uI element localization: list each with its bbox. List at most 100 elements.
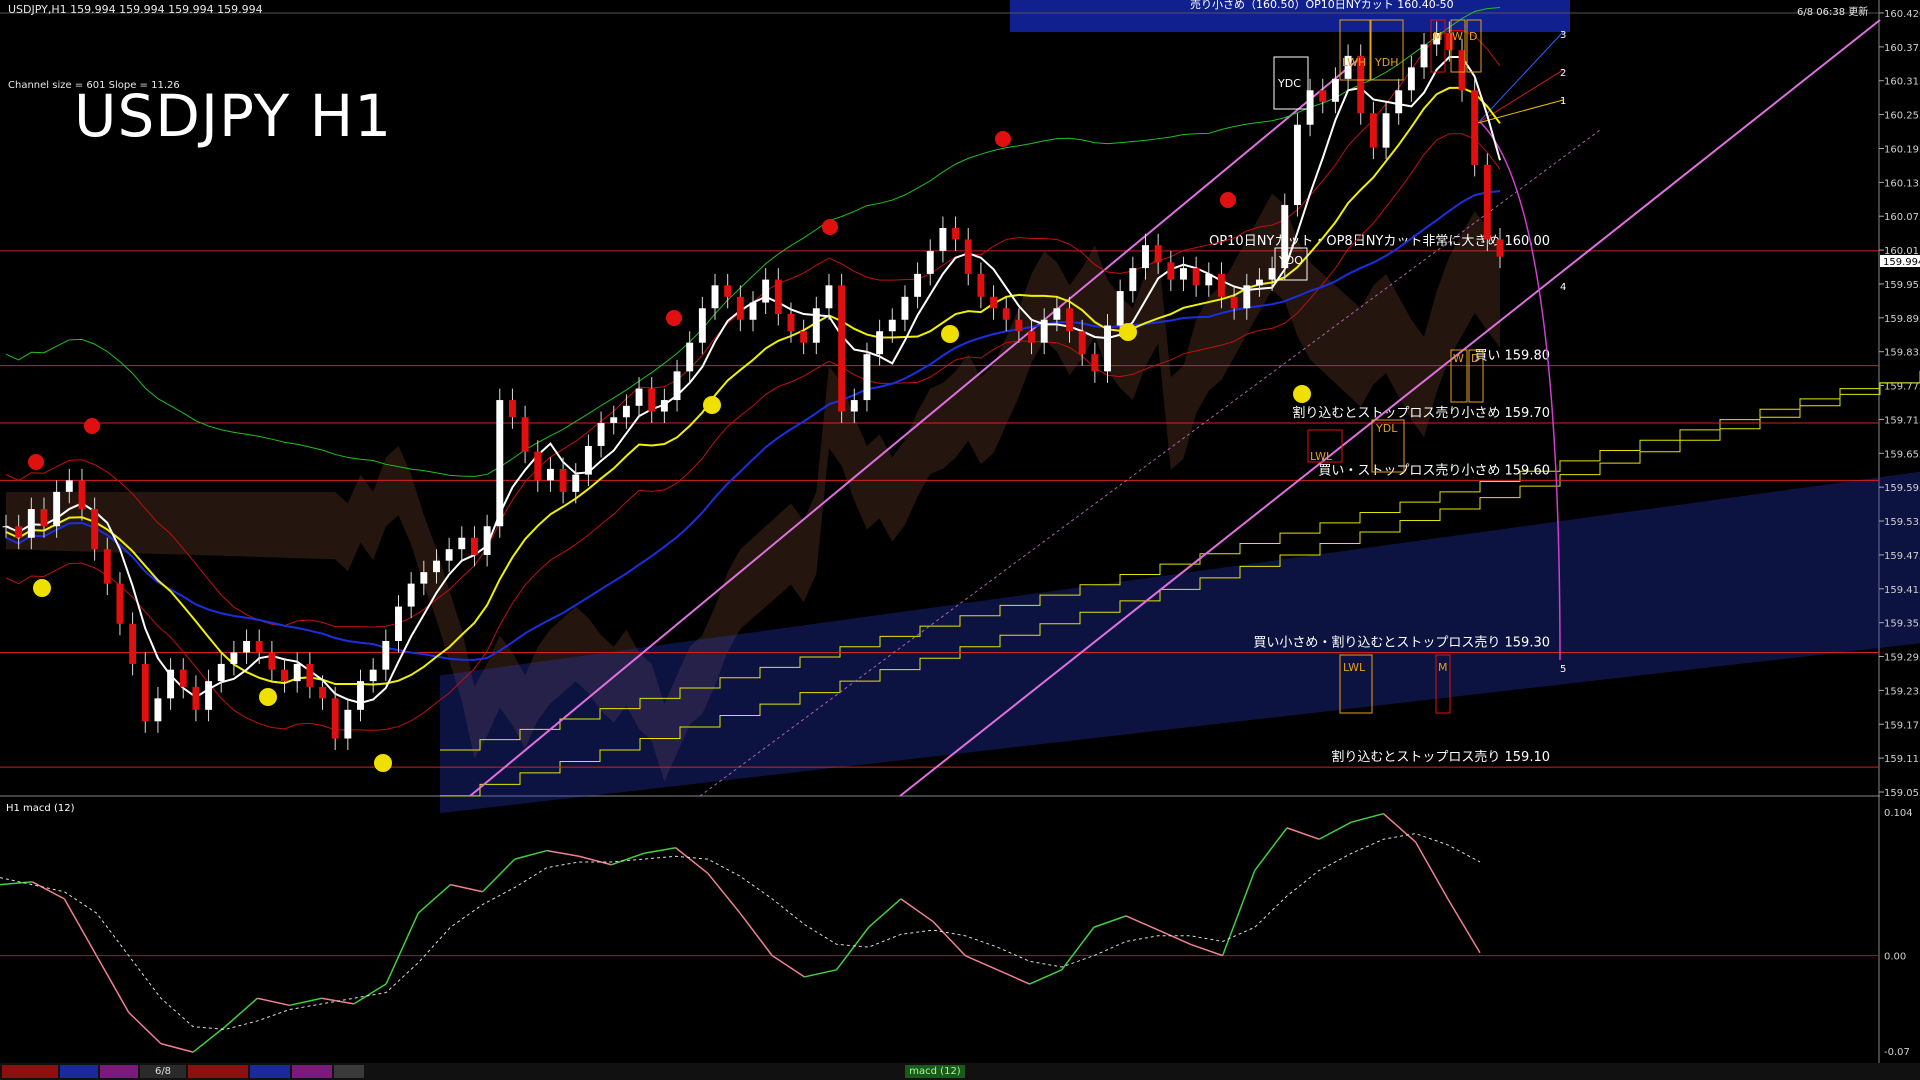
candle-body	[1483, 164, 1491, 240]
price-tick-label: 159.295	[1884, 653, 1920, 664]
candle-body	[420, 572, 428, 584]
candle-body	[1205, 273, 1213, 286]
tag-label: D	[1471, 352, 1479, 365]
tab-5[interactable]	[188, 1065, 248, 1078]
candle-body	[521, 417, 529, 452]
macd-signal-line	[0, 833, 1481, 1030]
macd-segment	[63, 898, 98, 957]
macd-segment	[1190, 943, 1223, 957]
level-label: 割り込むとストップロス売り 159.10	[1331, 749, 1550, 765]
candle-body	[1420, 44, 1428, 68]
candle-body	[863, 354, 871, 401]
candle-body	[800, 331, 808, 343]
candle-body	[255, 640, 263, 653]
candle-body	[584, 445, 592, 475]
price-tick-label: 160.255	[1884, 111, 1920, 122]
candle-body	[838, 285, 846, 412]
candle-body	[1180, 268, 1187, 280]
candle-body	[78, 480, 86, 510]
candle-body	[1255, 279, 1263, 286]
macd-segment	[95, 955, 130, 1013]
candle-body	[774, 279, 782, 315]
candle-body	[1458, 50, 1466, 91]
candle-body	[546, 468, 554, 481]
macd-segment	[643, 847, 676, 855]
macd-segment	[257, 997, 290, 1007]
candle-body	[2, 526, 10, 528]
macd-segment	[160, 1042, 194, 1053]
price-tick-label: 160.315	[1884, 77, 1920, 88]
candle-body	[192, 686, 200, 710]
price-tick-label: 159.175	[1884, 720, 1920, 731]
macd-segment	[868, 898, 902, 928]
candle-body	[496, 400, 504, 527]
candle-body	[1066, 308, 1073, 332]
tab-7[interactable]	[292, 1065, 332, 1078]
macd-panel: 0.1040.00-0.07200000	[0, 808, 1920, 1073]
candle-body	[876, 331, 884, 355]
macd-segment	[1318, 821, 1352, 840]
macd-segment	[1125, 915, 1159, 931]
candle-body	[686, 342, 694, 372]
level-label: 買い小さめ・割り込むとストップロス売り 159.30	[1253, 634, 1550, 650]
candle-body	[901, 296, 909, 320]
macd-segment	[1157, 929, 1191, 945]
macd-segment	[385, 912, 419, 985]
tab-date[interactable]: 6/8	[140, 1065, 186, 1078]
top-banner-text: 売り小さめ（160.50）OP10日NYカット 160.40-50	[1190, 0, 1454, 11]
candle-body	[1243, 285, 1251, 309]
candle-body	[952, 227, 960, 240]
candle-body	[1104, 325, 1111, 372]
candle-body	[622, 405, 630, 418]
fan-label: 1	[1560, 96, 1566, 107]
macd-panel-label: H1 macd (12)	[6, 803, 75, 814]
level-label: 割り込むとストップロス売り小さめ 159.70	[1292, 405, 1550, 421]
macd-segment	[128, 1011, 162, 1045]
macd-segment	[514, 849, 548, 860]
price-tick-label: 159.715	[1884, 415, 1920, 426]
tag-label: W	[1453, 352, 1464, 365]
macd-segment	[1351, 812, 1384, 823]
macd-segment	[1286, 827, 1320, 840]
candle-body	[926, 250, 934, 274]
candle-body	[648, 388, 656, 412]
sell-arrow-icon	[28, 454, 44, 470]
macd-segment	[1221, 870, 1256, 956]
macd-segment	[1093, 915, 1127, 928]
tag-label: M	[1438, 661, 1448, 674]
candle-body	[964, 239, 972, 274]
candle-body	[331, 698, 339, 739]
tab-2[interactable]	[60, 1065, 98, 1078]
candle-body	[1230, 296, 1238, 309]
macd-segment	[417, 884, 451, 914]
candle-body	[1040, 319, 1048, 343]
candle-body	[1293, 124, 1301, 206]
candle-body	[433, 560, 440, 573]
fan-label: 5	[1560, 664, 1566, 675]
chart-window: OP10日NYカット・OP8日NYカット非常に大きめ 160.00 買い 159.…	[0, 0, 1920, 1080]
candle-body	[660, 400, 668, 412]
candle-body	[1078, 331, 1086, 355]
candle-body	[458, 537, 466, 550]
tag-label: YDO	[1278, 254, 1303, 267]
macd-tick-label: 0.00	[1884, 952, 1906, 963]
price-tick-label: 159.655	[1884, 449, 1920, 460]
candle-body	[167, 669, 175, 699]
candle-body	[445, 549, 453, 561]
tab-macd[interactable]: macd (12)	[905, 1065, 965, 1078]
candle-body	[1218, 273, 1225, 297]
chart-canvas[interactable]: OP10日NYカット・OP8日NYカット非常に大きめ 160.00買い 159.…	[0, 0, 1920, 1080]
macd-segment	[1254, 827, 1288, 871]
tab-8[interactable]	[334, 1065, 364, 1078]
candle-body	[939, 227, 947, 251]
tab-3[interactable]	[100, 1065, 138, 1078]
candle-body	[357, 681, 364, 710]
tab-1[interactable]	[2, 1065, 58, 1078]
tag-label: YDH	[1374, 56, 1398, 69]
candle-body	[205, 681, 213, 710]
macd-segment	[1029, 969, 1063, 985]
macd-segment	[0, 881, 33, 886]
tab-6[interactable]	[250, 1065, 290, 1078]
candle-body	[1395, 90, 1403, 114]
tag-label: W	[1452, 30, 1463, 43]
